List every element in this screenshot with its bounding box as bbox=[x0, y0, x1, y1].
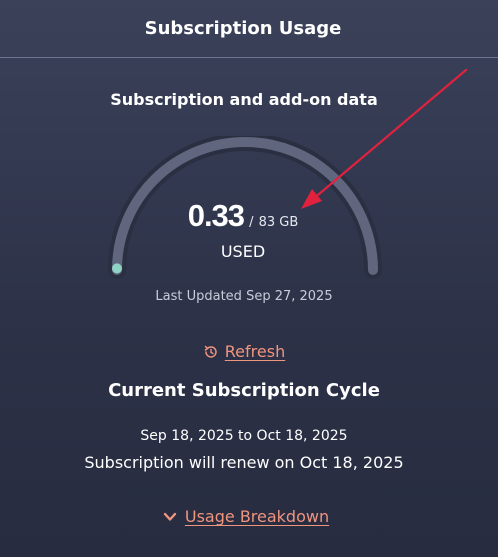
gauge-fill-dot bbox=[112, 263, 123, 274]
history-icon bbox=[204, 345, 217, 358]
refresh-link[interactable]: Refresh bbox=[225, 342, 285, 361]
usage-total: 83 GB bbox=[258, 215, 299, 230]
cycle-title: Current Subscription Cycle bbox=[108, 380, 380, 401]
header-bar: Subscription Usage bbox=[0, 0, 498, 58]
used-label: USED bbox=[220, 242, 266, 261]
usage-breakdown-toggle[interactable]: Usage Breakdown bbox=[0, 507, 492, 526]
usage-breakdown-link[interactable]: Usage Breakdown bbox=[185, 507, 329, 526]
usage-readout: 0.33 / 83 GB bbox=[118, 198, 368, 234]
used-amount: 0.33 bbox=[187, 198, 245, 233]
usage-separator: / bbox=[249, 215, 254, 230]
refresh-button[interactable]: Refresh bbox=[0, 342, 488, 361]
last-updated-text: Last Updated Sep 27, 2025 bbox=[155, 289, 333, 304]
page-title: Subscription Usage bbox=[144, 18, 342, 39]
renewal-text: Subscription will renew on Oct 18, 2025 bbox=[84, 453, 404, 472]
usage-section-title: Subscription and add-on data bbox=[110, 90, 378, 109]
chevron-down-icon bbox=[163, 512, 177, 521]
cycle-dates: Sep 18, 2025 to Oct 18, 2025 bbox=[140, 428, 348, 444]
